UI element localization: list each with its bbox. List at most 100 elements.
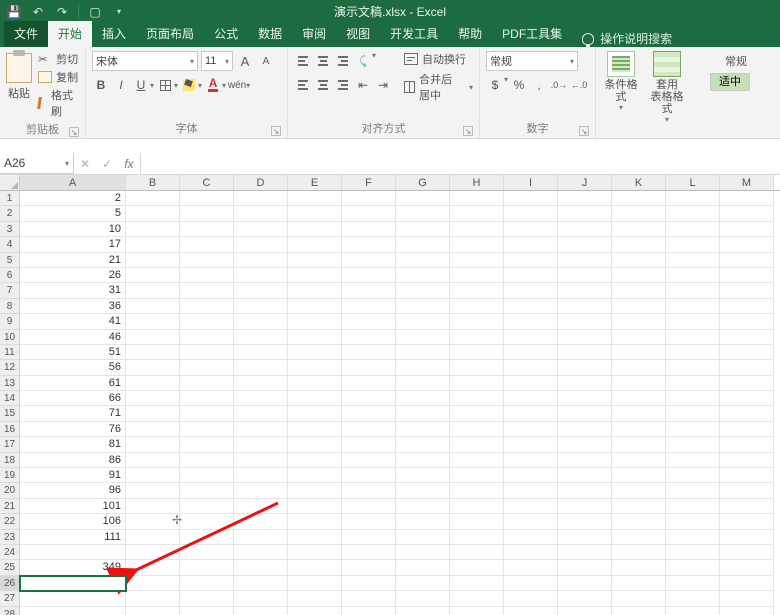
cell-D23[interactable] [234,530,288,545]
cell-L10[interactable] [666,330,720,345]
cell-G3[interactable] [396,222,450,237]
cell-B27[interactable] [126,591,180,606]
increase-font-button[interactable]: A [236,51,254,71]
cell-E2[interactable] [288,206,342,221]
cell-I13[interactable] [504,376,558,391]
cell-B9[interactable] [126,314,180,329]
cell-A1[interactable]: 2 [20,191,126,206]
cell-J3[interactable] [558,222,612,237]
cell-H27[interactable] [450,591,504,606]
cell-L27[interactable] [666,591,720,606]
cell-F25[interactable] [342,560,396,575]
tab-formulas[interactable]: 公式 [204,21,248,47]
align-right-button[interactable] [334,75,352,95]
tab-file[interactable]: 文件 [4,21,48,47]
tab-home[interactable]: 开始 [48,21,92,47]
cell-L14[interactable] [666,391,720,406]
alignment-dialog-launcher[interactable]: ↘ [463,126,473,136]
cell-E23[interactable] [288,530,342,545]
cell-C5[interactable] [180,253,234,268]
cell-H2[interactable] [450,206,504,221]
cell-C20[interactable] [180,483,234,498]
cell-L24[interactable] [666,545,720,560]
cell-D27[interactable] [234,591,288,606]
row-header-9[interactable]: 9 [0,314,20,329]
cell-A7[interactable]: 31 [20,283,126,298]
cell-H12[interactable] [450,360,504,375]
cell-K15[interactable] [612,406,666,421]
cell-J14[interactable] [558,391,612,406]
cell-A19[interactable]: 91 [20,468,126,483]
cell-E8[interactable] [288,299,342,314]
cell-C9[interactable] [180,314,234,329]
cell-C3[interactable] [180,222,234,237]
cell-A9[interactable]: 41 [20,314,126,329]
cell-F10[interactable] [342,330,396,345]
italic-button[interactable]: I [112,75,130,95]
cell-D24[interactable] [234,545,288,560]
cell-J23[interactable] [558,530,612,545]
cell-K24[interactable] [612,545,666,560]
cell-M15[interactable] [720,406,774,421]
cell-M22[interactable] [720,514,774,529]
cell-C22[interactable] [180,514,234,529]
font-color-dropdown[interactable]: ▾ [222,81,226,90]
column-header-E[interactable]: E [288,175,342,190]
column-header-D[interactable]: D [234,175,288,190]
cell-A6[interactable]: 26 [20,268,126,283]
cell-I1[interactable] [504,191,558,206]
cell-H13[interactable] [450,376,504,391]
column-header-J[interactable]: J [558,175,612,190]
cell-B17[interactable] [126,437,180,452]
wrap-text-button[interactable]: 自动换行 [404,51,473,67]
align-middle-button[interactable] [314,51,332,71]
cell-B5[interactable] [126,253,180,268]
fill-dropdown[interactable]: ▾ [198,81,202,90]
cell-I22[interactable] [504,514,558,529]
cell-G2[interactable] [396,206,450,221]
name-box[interactable]: A26▾ [0,153,74,174]
cell-J20[interactable] [558,483,612,498]
cell-G5[interactable] [396,253,450,268]
cell-I26[interactable] [504,576,558,591]
cell-D22[interactable] [234,514,288,529]
row-header-20[interactable]: 20 [0,483,20,498]
cell-K28[interactable] [612,607,666,615]
cell-F8[interactable] [342,299,396,314]
number-dialog-launcher[interactable]: ↘ [579,126,589,136]
cell-B23[interactable] [126,530,180,545]
cell-H1[interactable] [450,191,504,206]
cell-B1[interactable] [126,191,180,206]
cell-I10[interactable] [504,330,558,345]
cell-I18[interactable] [504,453,558,468]
increase-decimal-button[interactable]: .0→ [550,75,568,95]
cell-F22[interactable] [342,514,396,529]
phonetic-dropdown[interactable]: ▾ [246,81,250,90]
cell-F18[interactable] [342,453,396,468]
cell-F19[interactable] [342,468,396,483]
decrease-font-button[interactable]: A [257,51,275,71]
cell-I9[interactable] [504,314,558,329]
row-header-27[interactable]: 27 [0,591,20,606]
cell-I21[interactable] [504,499,558,514]
cell-I16[interactable] [504,422,558,437]
row-header-2[interactable]: 2 [0,206,20,221]
cell-B28[interactable] [126,607,180,615]
cell-K2[interactable] [612,206,666,221]
cell-E24[interactable] [288,545,342,560]
cell-G9[interactable] [396,314,450,329]
cell-I3[interactable] [504,222,558,237]
cancel-formula-button[interactable]: ✕ [74,157,96,171]
row-header-23[interactable]: 23 [0,530,20,545]
cell-D5[interactable] [234,253,288,268]
cell-F6[interactable] [342,268,396,283]
cell-H7[interactable] [450,283,504,298]
cell-A16[interactable]: 76 [20,422,126,437]
cell-A24[interactable] [20,545,126,560]
cell-J12[interactable] [558,360,612,375]
column-header-C[interactable]: C [180,175,234,190]
cell-D11[interactable] [234,345,288,360]
cell-K23[interactable] [612,530,666,545]
cell-M27[interactable] [720,591,774,606]
cell-A15[interactable]: 71 [20,406,126,421]
